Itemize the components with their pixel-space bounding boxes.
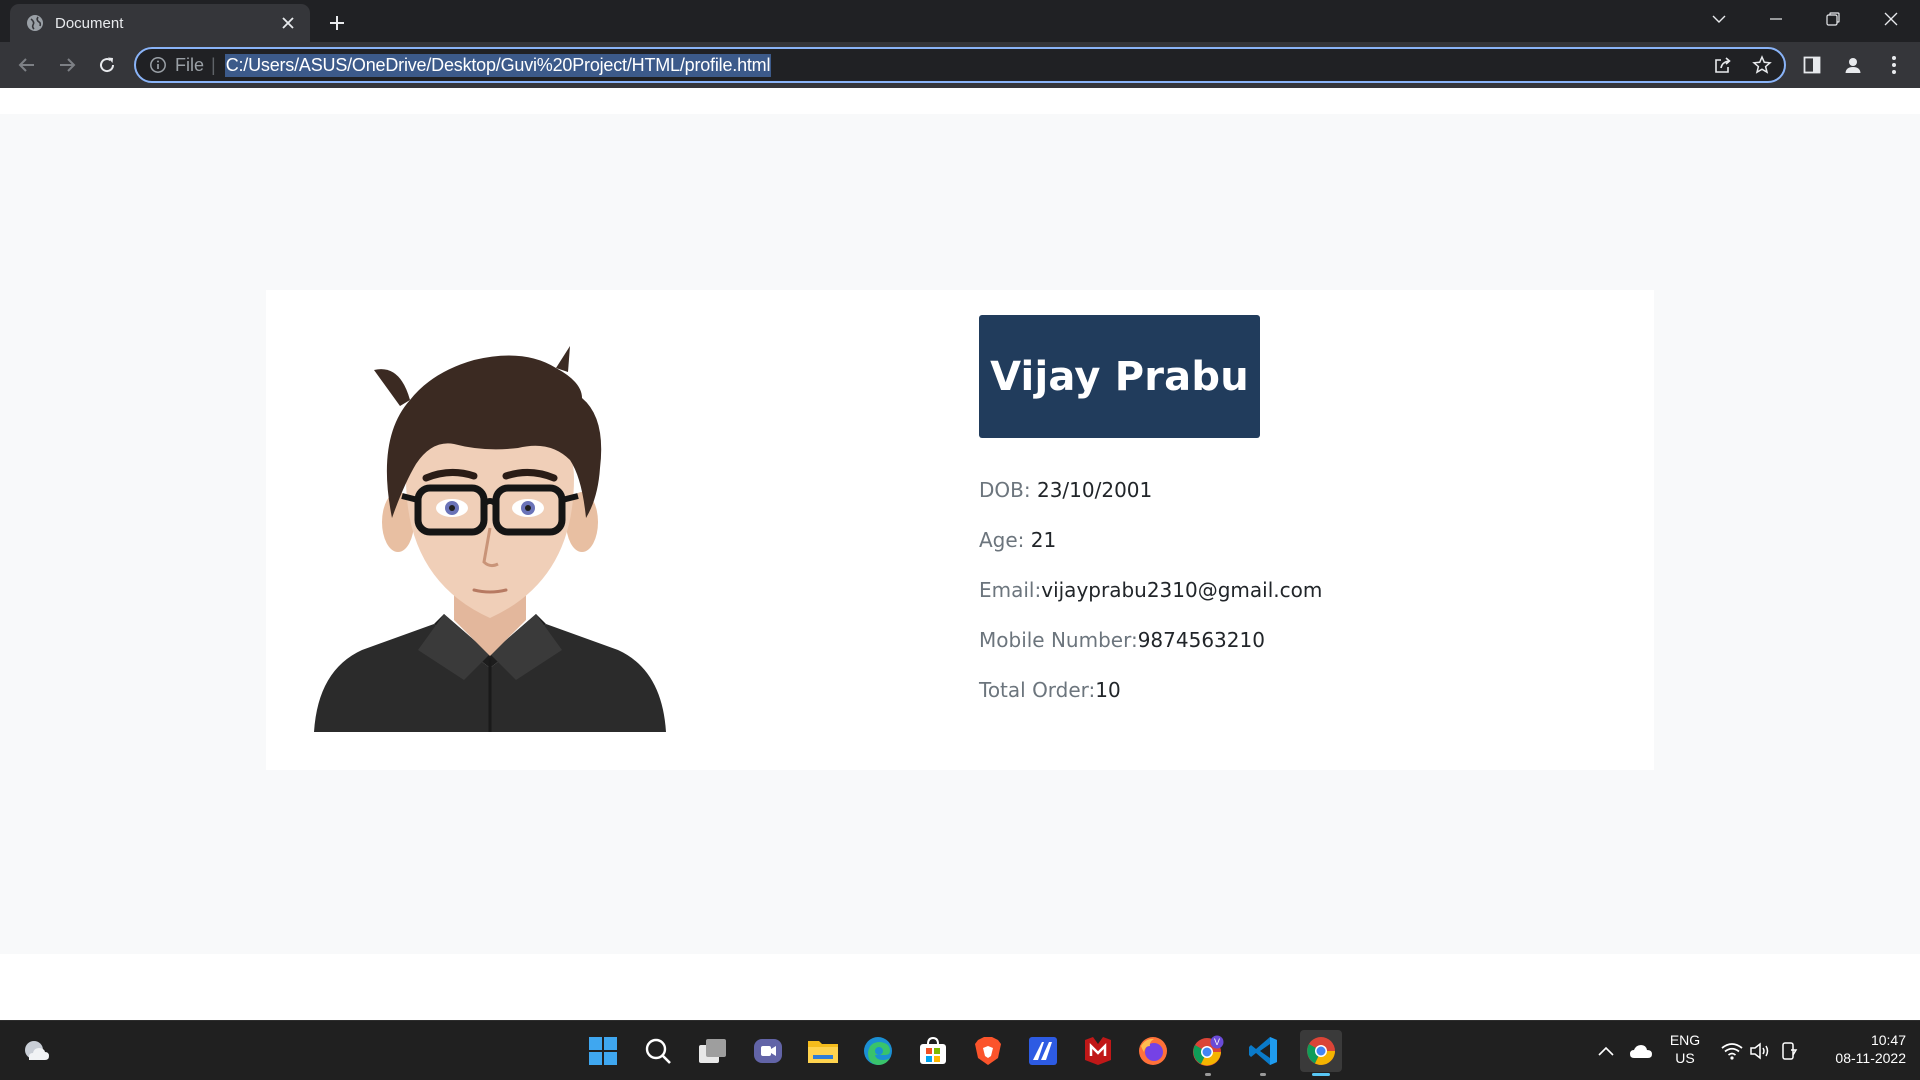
- avatar-illustration: [314, 346, 666, 732]
- profile-icon[interactable]: [1839, 51, 1867, 79]
- browser-tab-strip: Document: [0, 0, 1920, 42]
- volume-icon[interactable]: [1748, 1033, 1772, 1069]
- app-icon[interactable]: [1025, 1033, 1061, 1069]
- chevron-up-icon[interactable]: [1596, 1033, 1616, 1069]
- new-tab-button[interactable]: [322, 8, 352, 38]
- share-icon[interactable]: [1710, 52, 1736, 78]
- dob-value: 23/10/2001: [1036, 478, 1153, 502]
- side-panel-icon[interactable]: [1798, 51, 1826, 79]
- close-tab-icon[interactable]: [276, 11, 300, 35]
- vscode-icon[interactable]: [1245, 1033, 1281, 1069]
- total-order-value: 10: [1095, 678, 1121, 702]
- mcafee-icon[interactable]: [1080, 1033, 1116, 1069]
- clock-date: 08-11-2022: [1835, 1050, 1906, 1066]
- search-icon[interactable]: [640, 1033, 676, 1069]
- store-icon[interactable]: [915, 1033, 951, 1069]
- total-order-row: Total Order:10: [979, 678, 1121, 702]
- browser-toolbar: File | C:/Users/ASUS/OneDrive/Desktop/Gu…: [0, 42, 1920, 88]
- profile-card: Vijay Prabu DOB: 23/10/2001 Age: 21 Emai…: [266, 290, 1654, 770]
- mobile-value: 9874563210: [1137, 628, 1265, 652]
- minimize-icon[interactable]: [1753, 0, 1799, 38]
- profile-name-badge: Vijay Prabu: [979, 315, 1260, 438]
- email-label: Email:: [979, 578, 1042, 602]
- dob-label: DOB:: [979, 478, 1037, 502]
- teams-chat-icon[interactable]: [750, 1033, 786, 1069]
- browser-tab[interactable]: Document: [10, 4, 310, 42]
- address-bar[interactable]: File | C:/Users/ASUS/OneDrive/Desktop/Gu…: [134, 47, 1786, 83]
- onedrive-icon[interactable]: [1628, 1033, 1654, 1069]
- task-view-icon[interactable]: [695, 1033, 731, 1069]
- language-indicator[interactable]: ENG US: [1662, 1031, 1708, 1067]
- running-indicator: [1205, 1073, 1211, 1076]
- tab-search-icon[interactable]: [1696, 0, 1742, 38]
- chrome-icon[interactable]: [1300, 1030, 1342, 1072]
- brave-icon[interactable]: [970, 1033, 1006, 1069]
- menu-kebab-icon[interactable]: [1880, 51, 1908, 79]
- svg-text:V: V: [1214, 1037, 1220, 1047]
- back-arrow-icon[interactable]: [13, 51, 41, 79]
- tab-title: Document: [55, 14, 124, 32]
- clock[interactable]: 10:47 08-11-2022: [1816, 1031, 1906, 1067]
- page-viewport: Vijay Prabu DOB: 23/10/2001 Age: 21 Emai…: [0, 88, 1920, 1020]
- total-order-label: Total Order:: [979, 678, 1096, 702]
- start-icon[interactable]: [585, 1033, 621, 1069]
- email-value: vijayprabu2310@gmail.com: [1041, 578, 1323, 602]
- dob-row: DOB: 23/10/2001: [979, 478, 1152, 502]
- age-value: 21: [1030, 528, 1057, 552]
- running-indicator: [1260, 1073, 1266, 1076]
- active-indicator: [1312, 1073, 1330, 1076]
- firefox-icon[interactable]: [1135, 1033, 1171, 1069]
- info-icon[interactable]: [149, 56, 167, 74]
- file-explorer-icon[interactable]: [805, 1033, 841, 1069]
- url-text[interactable]: C:/Users/ASUS/OneDrive/Desktop/Guvi%20Pr…: [224, 53, 772, 77]
- region-code: US: [1675, 1050, 1695, 1066]
- battery-charging-icon[interactable]: [1776, 1033, 1802, 1069]
- weather-widget-icon[interactable]: [18, 1033, 54, 1069]
- restore-icon[interactable]: [1810, 0, 1856, 38]
- language-code: ENG: [1669, 1032, 1701, 1048]
- chrome-profile-icon[interactable]: V: [1190, 1033, 1226, 1069]
- windows-taskbar: V ENG US 10:47 08-11-2022: [0, 1020, 1920, 1080]
- clock-time: 10:47: [1870, 1032, 1906, 1048]
- age-label: Age:: [979, 528, 1031, 552]
- edge-icon[interactable]: [860, 1033, 896, 1069]
- bookmark-star-icon[interactable]: [1749, 52, 1775, 78]
- profile-name: Vijay Prabu: [990, 353, 1249, 400]
- scheme-label: File: [175, 54, 205, 75]
- age-row: Age: 21: [979, 528, 1056, 552]
- email-row: Email:vijayprabu2310@gmail.com: [979, 578, 1322, 602]
- mobile-label: Mobile Number:: [979, 628, 1138, 652]
- reload-icon[interactable]: [93, 51, 121, 79]
- globe-icon: [26, 14, 44, 32]
- divider: |: [211, 54, 216, 75]
- wifi-icon[interactable]: [1720, 1033, 1744, 1069]
- close-window-icon[interactable]: [1868, 0, 1914, 38]
- forward-arrow-icon[interactable]: [53, 51, 81, 79]
- mobile-row: Mobile Number:9874563210: [979, 628, 1265, 652]
- page-background: Vijay Prabu DOB: 23/10/2001 Age: 21 Emai…: [0, 114, 1920, 954]
